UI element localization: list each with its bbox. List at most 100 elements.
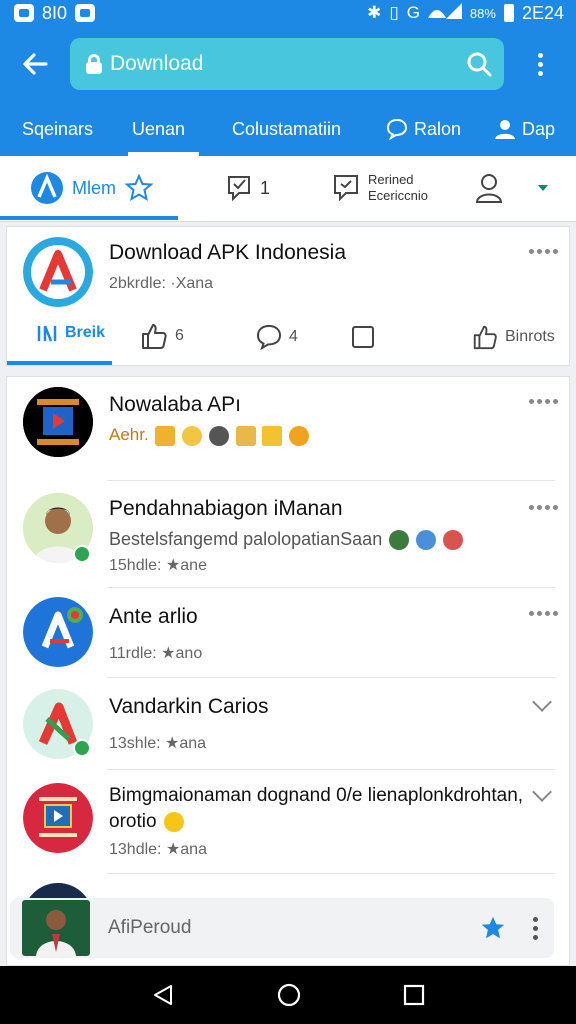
emoji-icon xyxy=(182,425,203,446)
tab-label: Uenan xyxy=(132,118,186,139)
tab-label: Colustamatiin xyxy=(232,118,342,139)
divider xyxy=(107,587,555,588)
featured-card[interactable]: Download APK Indonesia 2bkrdle: ·Xana Br… xyxy=(6,226,570,366)
featured-meta: 2bkrdle: ·Xana xyxy=(109,275,214,292)
book-icon xyxy=(37,325,57,342)
back-button[interactable] xyxy=(0,26,70,102)
list-item-title: Ante arlio xyxy=(109,605,198,628)
search-input[interactable]: Download xyxy=(110,52,466,76)
lock-icon xyxy=(86,54,102,74)
overflow-menu-button[interactable] xyxy=(504,52,576,76)
emoji-icon xyxy=(155,425,176,446)
subtab-mlem[interactable]: Mlem xyxy=(30,156,154,220)
share-button[interactable]: Binrots xyxy=(471,323,555,351)
subtab-label: Mlem xyxy=(72,177,116,198)
mini-player-title: AfiPeroud xyxy=(108,917,192,938)
verified-badge-icon xyxy=(73,545,91,563)
smiley-emoji-icon xyxy=(163,811,184,832)
select-checkbox[interactable] xyxy=(351,325,375,349)
system-nav-bar xyxy=(0,966,576,1024)
tab-ralon[interactable]: Ralon xyxy=(386,102,461,156)
refined-line-1: Rerined xyxy=(368,172,414,187)
sub-tab-bar: Mlem 1 Rerined Ecericcnio xyxy=(0,156,576,222)
comment-icon xyxy=(256,324,282,351)
chevron-down-icon[interactable] xyxy=(532,692,552,712)
thumbs-up-outline-icon xyxy=(473,325,497,350)
subtab-refined[interactable]: Rerined Ecericcnio xyxy=(332,156,428,220)
apk-logo-icon xyxy=(23,597,93,667)
top-tab-bar: Sqeinars Uenan Colustamatiin Ralon Dap xyxy=(0,102,576,156)
brek-button[interactable]: Breik xyxy=(37,323,105,343)
mini-player[interactable]: AfiPeroud xyxy=(10,898,554,958)
star-outline-icon xyxy=(124,174,154,202)
list-item-more-icon[interactable] xyxy=(529,611,558,616)
person-photo-icon xyxy=(22,900,90,956)
battery-icon xyxy=(503,4,514,22)
profile-outline-icon xyxy=(475,174,503,203)
list-item-sub: 15hdle: ★ane xyxy=(109,557,207,574)
clock: 2E24 xyxy=(521,2,564,23)
channel-list: Nowalaba APı Aehr. Pendahnabiagon iManan… xyxy=(6,376,570,966)
subtab-profile[interactable] xyxy=(474,156,504,220)
list-item-title-2-text: orotio xyxy=(109,811,157,832)
divider xyxy=(107,769,555,770)
search-icon[interactable] xyxy=(466,51,492,77)
list-item-title-2: orotio xyxy=(109,811,184,833)
channel-logo-icon xyxy=(23,387,93,457)
subtab-active-indicator xyxy=(0,216,178,220)
subtab-inbox[interactable]: 1 xyxy=(226,156,270,220)
checkbox-icon xyxy=(352,326,374,348)
divider xyxy=(107,677,555,678)
tab-sqeinars[interactable]: Sqeinars xyxy=(22,102,93,156)
checkbox-message-icon xyxy=(228,176,250,202)
thumbs-up-icon xyxy=(142,324,167,349)
list-item-meta: 11rdle: ★ano xyxy=(109,645,203,662)
star-icon[interactable] xyxy=(479,914,507,942)
divider xyxy=(107,873,555,874)
vibrate-icon: ▯ xyxy=(389,3,399,22)
list-item-title: Vandarkin Carios xyxy=(109,695,269,718)
nav-recents-icon[interactable] xyxy=(403,984,425,1006)
nav-back-icon[interactable] xyxy=(151,983,175,1007)
like-button[interactable]: 6 xyxy=(139,321,184,351)
star-emoji-icon xyxy=(262,425,283,446)
comment-button[interactable]: 4 xyxy=(255,323,298,351)
emoji-icon xyxy=(443,530,464,551)
emoji-icon xyxy=(389,530,410,551)
list-item-more-icon[interactable] xyxy=(529,505,558,510)
tab-dap[interactable]: Dap xyxy=(494,102,555,156)
signal-icon xyxy=(427,2,462,25)
chat-bubble-icon xyxy=(386,118,408,140)
share-label: Binrots xyxy=(505,328,555,345)
inbox-count: 1 xyxy=(260,177,271,198)
notification-icon-2 xyxy=(75,4,96,22)
list-item-meta-text: Aehr. xyxy=(109,425,149,444)
tab-uenan[interactable]: Uenan xyxy=(127,102,200,156)
search-field[interactable]: Download xyxy=(70,38,504,90)
subtab-dropdown[interactable] xyxy=(536,156,550,220)
list-avatar xyxy=(23,387,93,457)
battery-percent: 88% xyxy=(469,5,496,21)
emoji-icon xyxy=(235,425,256,446)
app-bar: Download xyxy=(0,26,576,102)
mini-player-more-icon[interactable] xyxy=(533,916,538,940)
brek-label: Breik xyxy=(65,324,106,341)
list-item-meta: Aehr. xyxy=(109,425,310,446)
message-icon xyxy=(334,175,358,202)
list-item-meta: 13hdle: ★ana xyxy=(109,841,207,858)
tab-label: Ralon xyxy=(414,118,462,139)
notification-icon xyxy=(14,4,34,22)
list-avatar xyxy=(23,597,93,667)
bluetooth-icon: ✱ xyxy=(367,3,382,22)
caret-down-icon xyxy=(538,185,548,191)
refined-line-2: Ecericcnio xyxy=(368,188,428,203)
chevron-down-icon[interactable] xyxy=(532,782,552,802)
nav-home-icon[interactable] xyxy=(276,982,302,1008)
featured-more-icon[interactable] xyxy=(529,249,558,254)
featured-avatar xyxy=(23,237,93,307)
list-item-meta-text: Bestelsfangemd palolopatianSaan xyxy=(109,529,383,549)
tab-colustamatiin[interactable]: Colustamatiin xyxy=(232,102,341,156)
list-item-meta: 13shle: ★ana xyxy=(109,735,207,752)
list-item-more-icon[interactable] xyxy=(529,399,558,404)
list-item-meta: Bestelsfangemd palolopatianSaan xyxy=(109,529,464,551)
